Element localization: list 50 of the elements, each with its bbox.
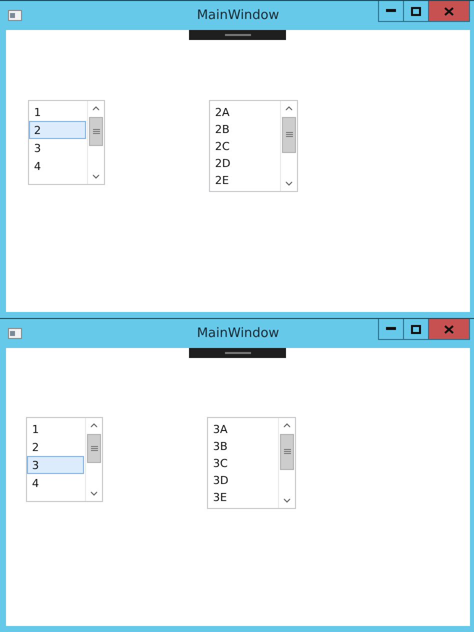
list-item[interactable]: 3	[27, 456, 84, 474]
list-item[interactable]: 4	[27, 474, 84, 492]
grip-icon	[286, 132, 292, 138]
list-item[interactable]: 3C	[208, 454, 277, 471]
list-box[interactable]: 1 2 3 4	[26, 417, 103, 502]
close-icon	[444, 6, 454, 16]
app-icon	[8, 10, 22, 21]
maximize-icon	[411, 324, 421, 334]
close-button[interactable]	[428, 1, 470, 22]
scrollbar[interactable]	[280, 101, 297, 191]
list-item[interactable]: 2	[27, 438, 84, 456]
scroll-thumb[interactable]	[282, 117, 296, 153]
scrollbar[interactable]	[85, 418, 102, 501]
list-item[interactable]: 3D	[208, 471, 277, 488]
list-item[interactable]: 3	[29, 139, 86, 157]
list-item[interactable]: 2C	[210, 137, 279, 154]
window-title: MainWindow	[196, 8, 280, 23]
minimize-button[interactable]	[378, 1, 404, 22]
close-button[interactable]	[428, 319, 470, 340]
list-box[interactable]: 2A 2B 2C 2D 2E	[209, 100, 298, 192]
list-item[interactable]: 2A	[210, 103, 279, 120]
list-item[interactable]: 1	[29, 103, 86, 121]
list-item[interactable]: 2E	[210, 171, 279, 188]
list-item[interactable]: 3B	[208, 437, 277, 454]
close-icon	[444, 324, 454, 334]
app-icon	[8, 328, 22, 339]
list-box[interactable]: 3A 3B 3C 3D 3E	[207, 417, 296, 509]
list-item[interactable]: 3A	[208, 420, 277, 437]
grip-icon	[90, 446, 98, 452]
debug-toolbar[interactable]	[189, 348, 286, 358]
scroll-thumb[interactable]	[87, 434, 101, 463]
minimize-icon	[386, 327, 396, 331]
grip-icon	[284, 449, 290, 455]
list-item[interactable]: 4	[29, 157, 86, 175]
list-item[interactable]: 2B	[210, 120, 279, 137]
grip-icon	[92, 128, 100, 134]
scroll-thumb[interactable]	[89, 117, 103, 146]
scroll-thumb[interactable]	[280, 434, 294, 470]
debug-toolbar[interactable]	[189, 30, 286, 40]
list-item[interactable]: 2D	[210, 154, 279, 171]
list-box[interactable]: 1 2 3 4	[28, 100, 105, 185]
list-item[interactable]: 2	[29, 121, 86, 139]
minimize-button[interactable]	[378, 319, 404, 340]
minimize-icon	[386, 9, 396, 13]
list-item[interactable]: 1	[27, 420, 84, 438]
scrollbar[interactable]	[278, 418, 295, 508]
maximize-icon	[411, 6, 421, 16]
list-item[interactable]: 3E	[208, 488, 277, 505]
window-title: MainWindow	[196, 326, 280, 341]
scrollbar[interactable]	[87, 101, 104, 184]
